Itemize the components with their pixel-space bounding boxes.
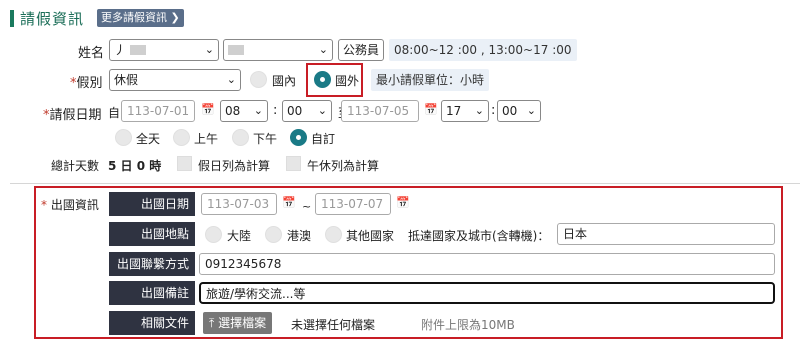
radio-custom[interactable] xyxy=(290,129,307,146)
holiday-checkbox-label: 假日列為計算 xyxy=(198,159,271,173)
abroad-place-label: 出國地點 xyxy=(109,222,195,246)
radio-morning-label: 上午 xyxy=(194,132,219,146)
arrival-label: 抵達國家及城市(含轉機)： xyxy=(408,229,550,243)
chevron-down-icon: ⌄ xyxy=(318,43,328,56)
leave-type-select[interactable]: 休假 ⌄ xyxy=(109,69,241,91)
abroad-label-text: 出國資訊 xyxy=(50,198,99,212)
name-label: 姓名 xyxy=(78,46,105,61)
total-days-value: 5 日 0 時 xyxy=(108,159,162,173)
total-days-label: 總計天數 xyxy=(51,159,100,173)
note-input[interactable]: 旅遊/學術交流...等 xyxy=(199,282,775,304)
date-tilde: ~ xyxy=(302,200,312,213)
lunch-checkbox[interactable] xyxy=(286,156,301,171)
radio-other-country-label: 其他國家 xyxy=(346,229,395,243)
chevron-down-icon: ⌄ xyxy=(317,104,327,117)
calendar-icon[interactable]: 📅 xyxy=(396,196,410,209)
holiday-checkbox[interactable] xyxy=(177,156,192,171)
radio-abroad-label: 國外 xyxy=(335,74,360,88)
chevron-down-icon: ⌄ xyxy=(474,104,484,117)
arrival-input[interactable]: 日本 xyxy=(557,223,775,245)
leave-date-label-text: 請假日期 xyxy=(49,108,102,123)
time-colon: : xyxy=(491,103,496,118)
role-button[interactable]: 公務員 xyxy=(338,39,385,61)
required-mark: * xyxy=(41,198,47,212)
radio-hkmo[interactable] xyxy=(265,226,282,243)
file-limit: 附件上限為10MB xyxy=(421,318,515,332)
work-hours: 08:00~12 :00 , 13:00~17 :00 xyxy=(389,39,577,61)
chevron-down-icon: ⌄ xyxy=(526,104,536,117)
abroad-contact-label: 出國聯繫方式 xyxy=(109,252,195,276)
chevron-down-icon: ⌄ xyxy=(226,73,236,86)
abroad-date-label: 出國日期 xyxy=(109,192,195,216)
abroad-label: * 出國資訊 xyxy=(41,196,99,213)
radio-mainland[interactable] xyxy=(205,226,222,243)
end-hour-select[interactable]: 17 ⌄ xyxy=(441,100,489,122)
divider xyxy=(10,183,800,184)
chevron-down-icon: ⌄ xyxy=(204,43,214,56)
start-date-input[interactable]: 113-07-01 xyxy=(121,100,195,122)
radio-morning[interactable] xyxy=(173,129,190,146)
start-hour-value: 08 xyxy=(225,104,241,118)
leave-date-label: *請假日期 xyxy=(43,104,102,123)
from-word: 自 xyxy=(108,106,121,120)
radio-abroad[interactable] xyxy=(314,71,331,88)
name-select-unit[interactable]: 丿 ⌄ xyxy=(109,39,219,61)
radio-full-day[interactable] xyxy=(115,129,132,146)
radio-mainland-label: 大陸 xyxy=(227,229,252,243)
end-minute-value: 00 xyxy=(502,104,518,118)
redacted-text xyxy=(129,44,146,55)
time-colon: : xyxy=(273,103,278,118)
radio-other-country[interactable] xyxy=(325,226,342,243)
radio-afternoon[interactable] xyxy=(232,129,249,146)
calendar-icon[interactable]: 📅 xyxy=(201,103,215,116)
start-hour-select[interactable]: 08 ⌄ xyxy=(220,100,268,122)
calendar-icon[interactable]: 📅 xyxy=(424,103,438,116)
min-unit-info: 最小請假單位：小時 xyxy=(371,69,490,91)
file-status: 未選擇任何檔案 xyxy=(291,318,376,332)
section-title: 請假資訊 xyxy=(20,10,85,28)
contact-input[interactable]: 0912345678 xyxy=(199,253,775,275)
chevron-down-icon: ⌄ xyxy=(253,104,263,117)
leave-type-value: 休假 xyxy=(114,73,139,87)
more-leave-info-button[interactable]: 更多請假資訊 ❯ xyxy=(97,9,184,27)
chevron-down-icon: ❯ xyxy=(170,11,180,24)
choose-file-label: 選擇檔案 xyxy=(218,316,267,330)
radio-domestic-label: 國內 xyxy=(272,74,297,88)
end-hour-value: 17 xyxy=(446,104,462,118)
abroad-note-label: 出國備註 xyxy=(109,281,195,305)
upload-icon: ⤒ xyxy=(209,316,215,330)
radio-afternoon-label: 下午 xyxy=(253,132,278,146)
radio-full-day-label: 全天 xyxy=(136,132,161,146)
radio-domestic[interactable] xyxy=(250,71,267,88)
radio-hkmo-label: 港澳 xyxy=(287,229,312,243)
radio-custom-label: 自訂 xyxy=(311,132,336,146)
start-minute-select[interactable]: 00 ⌄ xyxy=(282,100,332,122)
name-select-unit-value: 丿 xyxy=(114,43,127,57)
choose-file-button[interactable]: ⤒ 選擇檔案 xyxy=(203,312,273,334)
leave-type-label: *假別 xyxy=(70,72,103,91)
abroad-docs-label: 相關文件 xyxy=(109,311,195,335)
name-select-person[interactable]: ⌄ xyxy=(223,39,333,61)
end-minute-select[interactable]: 00 ⌄ xyxy=(497,100,541,122)
redacted-text xyxy=(228,44,244,55)
section-marker xyxy=(10,10,14,27)
abroad-date-from-input[interactable]: 113-07-03 xyxy=(201,193,277,215)
start-minute-value: 00 xyxy=(287,104,303,118)
end-date-input[interactable]: 113-07-05 xyxy=(341,100,419,122)
abroad-date-to-input[interactable]: 113-07-07 xyxy=(315,193,391,215)
leave-type-label-text: 假別 xyxy=(76,76,103,91)
calendar-icon[interactable]: 📅 xyxy=(282,196,296,209)
lunch-checkbox-label: 午休列為計算 xyxy=(307,159,380,173)
more-leave-info-label: 更多請假資訊 xyxy=(101,11,167,24)
